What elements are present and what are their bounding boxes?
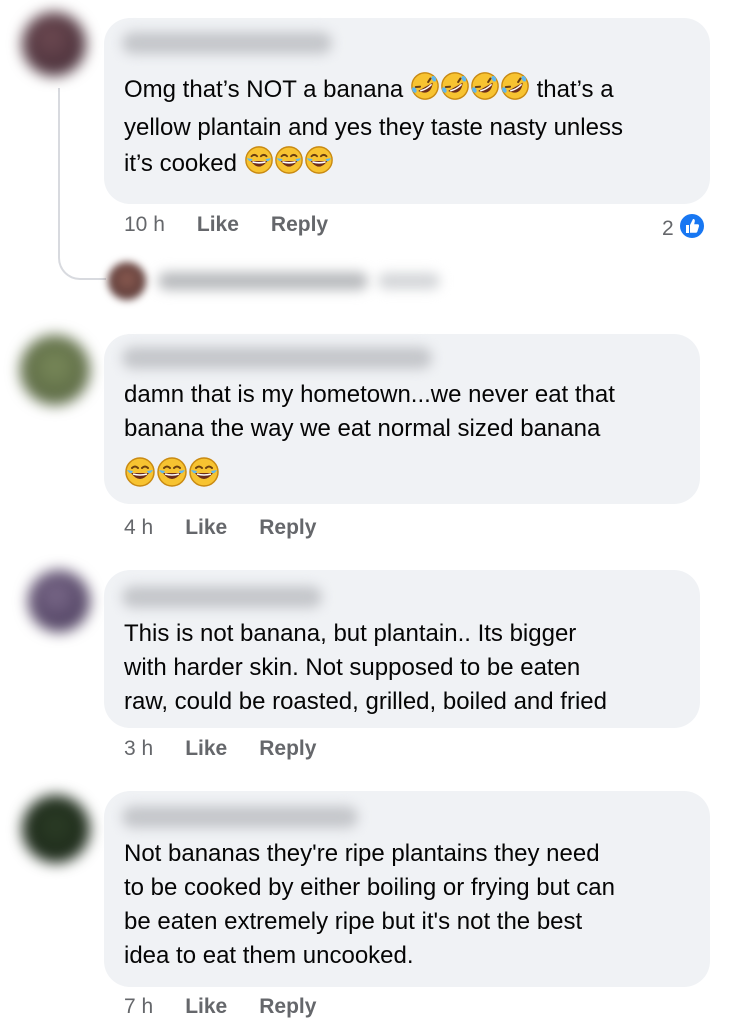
reply-button[interactable]: Reply — [271, 213, 328, 237]
reaction-count[interactable]: 2 — [662, 212, 706, 246]
comment-text: damn that is my hometown...we never eat … — [124, 381, 615, 442]
like-button[interactable]: Like — [197, 213, 239, 237]
commenter-name[interactable] — [122, 586, 322, 608]
comment-actions: 10 h Like Reply — [124, 213, 360, 237]
comment-actions: 3 h Like Reply — [124, 737, 348, 761]
comment-text: Not bananas they're ripe plantains they … — [124, 840, 615, 969]
reply-button[interactable]: Reply — [259, 737, 316, 761]
like-button[interactable]: Like — [185, 737, 227, 761]
like-button[interactable]: Like — [185, 995, 227, 1019]
thread-connector-line — [58, 88, 106, 280]
thumbs-up-icon — [677, 212, 706, 246]
avatar[interactable] — [20, 335, 90, 405]
reply-preview-meta — [378, 273, 440, 289]
comment-text: Omg that’s NOT a banana that’s a yellow … — [124, 71, 623, 185]
comment-actions: 4 h Like Reply — [124, 516, 348, 540]
commenter-name[interactable] — [122, 347, 432, 369]
commenter-name[interactable] — [122, 32, 332, 54]
comment-text: This is not banana, but plantain.. Its b… — [124, 620, 607, 715]
reply-button[interactable]: Reply — [259, 995, 316, 1019]
reply-avatar[interactable] — [108, 262, 146, 300]
reply-preview[interactable] — [158, 272, 368, 290]
like-button[interactable]: Like — [185, 516, 227, 540]
rolling-on-floor-laughing-icon — [410, 71, 530, 111]
comment-timestamp[interactable]: 4 h — [124, 516, 153, 540]
avatar[interactable] — [22, 12, 86, 76]
comment-timestamp[interactable]: 3 h — [124, 737, 153, 761]
commenter-name[interactable] — [122, 806, 358, 828]
avatar[interactable] — [28, 570, 90, 632]
comment-timestamp[interactable]: 10 h — [124, 213, 165, 237]
tears-of-joy-icon — [244, 145, 334, 185]
avatar[interactable] — [22, 795, 90, 863]
reply-button[interactable]: Reply — [259, 516, 316, 540]
reaction-count-number: 2 — [662, 217, 674, 240]
comment-actions: 7 h Like Reply — [124, 995, 348, 1019]
tears-of-joy-icon — [124, 456, 220, 493]
comment-timestamp[interactable]: 7 h — [124, 995, 153, 1019]
